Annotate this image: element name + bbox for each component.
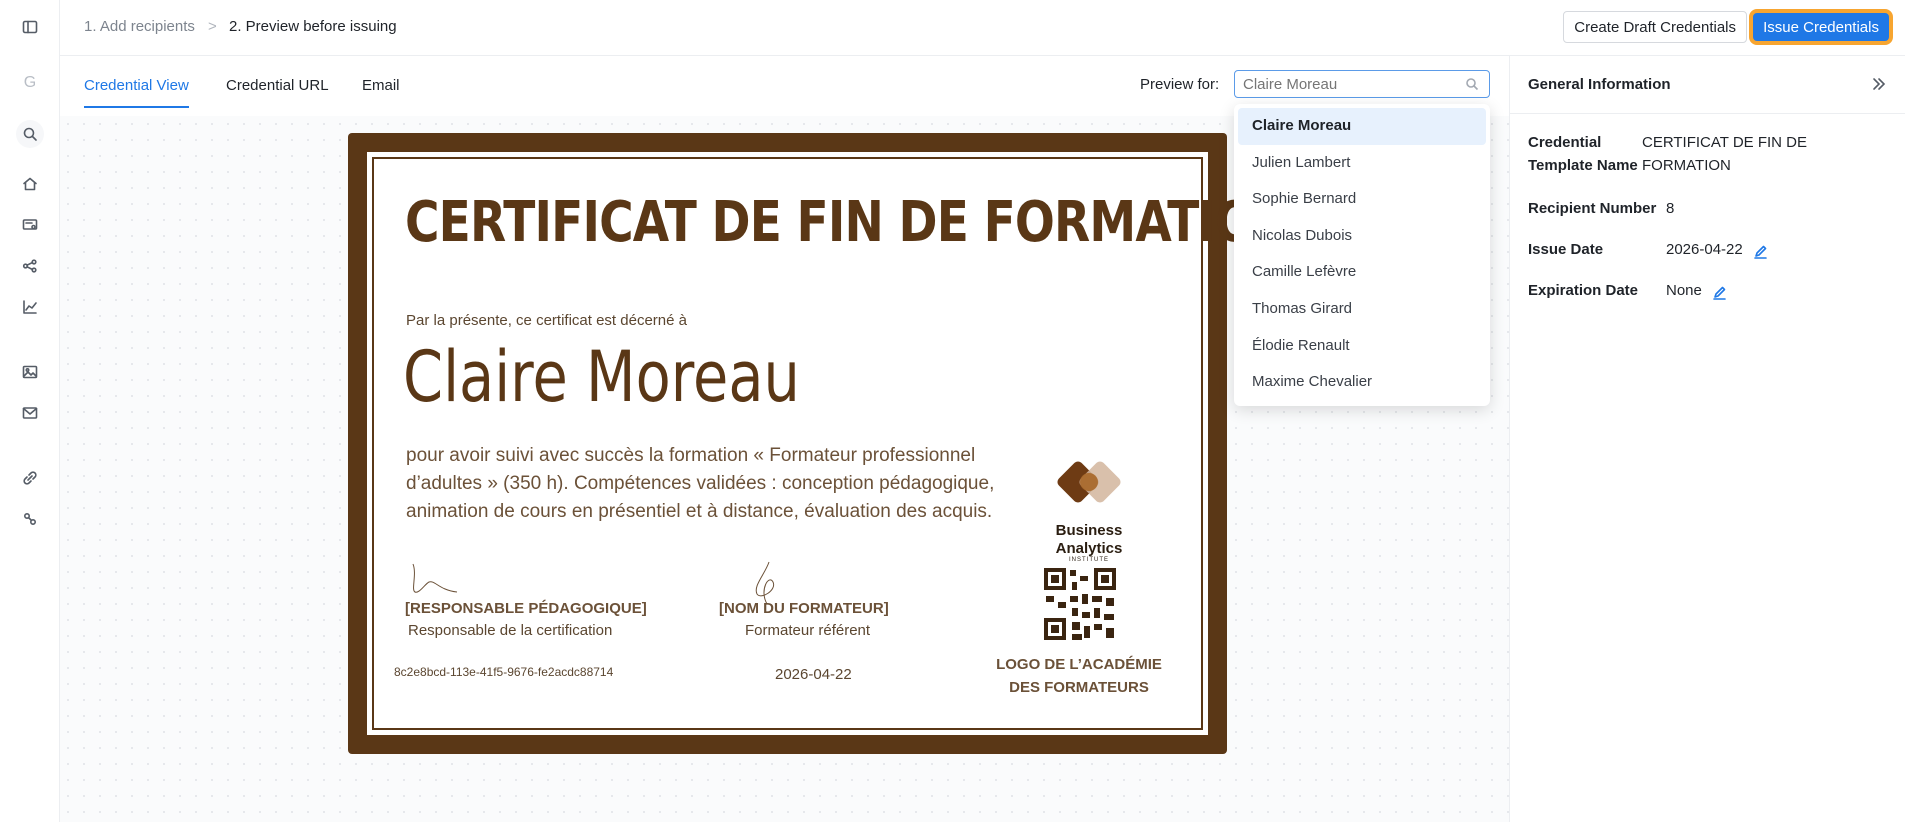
recipient-number-label: Recipient Number — [1528, 200, 1657, 217]
credentials-icon[interactable] — [16, 211, 44, 239]
recipient-dropdown: Claire Moreau Julien Lambert Sophie Bern… — [1234, 104, 1490, 406]
tab-credential-url[interactable]: Credential URL — [226, 77, 329, 106]
panel-title: General Information — [1528, 76, 1671, 93]
certificate-date: 2026-04-22 — [775, 666, 852, 683]
panel-header: General Information — [1510, 56, 1905, 114]
certificate: CERTIFICAT DE FIN DE FORMATION Par la pr… — [348, 133, 1294, 754]
expiration-date-label: Expiration Date — [1528, 282, 1639, 299]
certificate-frame: CERTIFICAT DE FIN DE FORMATION Par la pr… — [364, 149, 1294, 738]
settings-icon[interactable] — [16, 505, 44, 533]
issue-date-field: 2026-04-22 — [1666, 238, 1768, 261]
general-info-panel: General Information Credential Template … — [1509, 56, 1905, 822]
search-icon — [1465, 77, 1479, 91]
academy-logo-line-1: LOGO DE L’ACADÉMIE — [996, 656, 1162, 673]
recipient-number-value: 8 — [1666, 200, 1675, 217]
dropdown-option[interactable]: Élodie Renault — [1238, 328, 1486, 365]
expiration-date-field: None — [1666, 279, 1727, 302]
dropdown-option[interactable]: Claire Moreau — [1238, 108, 1486, 145]
top-bar: 1. Add recipients > 2. Preview before is… — [60, 0, 1905, 56]
logo-name-1: Business — [1055, 522, 1123, 539]
edit-issue-date-icon[interactable] — [1753, 243, 1768, 259]
recipient-name: Claire Moreau — [403, 336, 800, 418]
diamond-logo-icon — [1057, 461, 1121, 503]
certificate-intro: Par la présente, ce certificat est décer… — [406, 312, 687, 329]
preview-recipient-search[interactable] — [1234, 70, 1490, 98]
collapse-panel-icon[interactable] — [1871, 76, 1887, 92]
workflow-icon[interactable] — [16, 252, 44, 280]
search-icon[interactable] — [16, 120, 44, 148]
dropdown-option[interactable]: Maxime Chevalier — [1238, 364, 1486, 401]
tab-email[interactable]: Email — [362, 77, 400, 106]
dropdown-option[interactable]: Julien Lambert — [1238, 145, 1486, 182]
home-icon[interactable] — [16, 170, 44, 198]
integrations-icon[interactable] — [16, 464, 44, 492]
issue-date-label: Issue Date — [1528, 241, 1604, 258]
step-add-recipients[interactable]: 1. Add recipients — [84, 18, 195, 35]
dropdown-option[interactable]: Sophie Bernard — [1238, 181, 1486, 218]
step-preview: 2. Preview before issuing — [229, 18, 397, 35]
issue-date-value: 2026-04-22 — [1666, 241, 1743, 258]
signatory-2-title: Formateur référent — [745, 622, 871, 639]
academy-logo-line-2: DES FORMATEURS — [1009, 679, 1149, 696]
expiration-date-value: None — [1666, 282, 1702, 299]
business-analytics-logo: Business Analytics INSTITUTE — [1039, 460, 1139, 563]
preview-for-label: Preview for: — [1140, 76, 1220, 93]
issue-credentials-button[interactable]: Issue Credentials — [1749, 9, 1893, 45]
signatory-1-title: Responsable de la certification — [408, 622, 613, 639]
mail-icon[interactable] — [16, 399, 44, 427]
chevron-right-icon: > — [208, 18, 217, 35]
logo-name-2: Analytics — [1055, 540, 1123, 557]
org-avatar[interactable]: G — [16, 74, 44, 92]
certificate-title: CERTIFICAT DE FIN DE FORMATION — [405, 190, 1294, 255]
analytics-icon[interactable] — [16, 293, 44, 321]
create-draft-button[interactable]: Create Draft Credentials — [1563, 11, 1747, 43]
qr-code-icon — [1044, 568, 1116, 640]
template-name-value: CERTIFICAT DE FIN DE FORMATION — [1642, 134, 1808, 174]
tab-credential-view[interactable]: Credential View — [84, 77, 189, 108]
sidebar-toggle-icon[interactable] — [16, 13, 44, 41]
logo-sub: INSTITUTE — [1069, 557, 1109, 563]
template-name-label: Credential Template Name — [1528, 134, 1638, 174]
dropdown-option[interactable]: Thomas Girard — [1238, 291, 1486, 328]
edit-expiration-date-icon[interactable] — [1712, 284, 1727, 300]
signature-1 — [412, 563, 458, 593]
dropdown-option[interactable]: Nicolas Dubois — [1238, 218, 1486, 255]
left-rail: G — [0, 0, 60, 822]
signatory-2-role: [NOM DU FORMATEUR] — [719, 600, 889, 617]
dropdown-option[interactable]: Camille Lefèvre — [1238, 254, 1486, 291]
academy-logo-placeholder: LOGO DE L’ACADÉMIE DES FORMATEURS — [979, 653, 1179, 699]
image-icon[interactable] — [16, 358, 44, 386]
signatory-1-role: [RESPONSABLE PÉDAGOGIQUE] — [405, 600, 647, 617]
credential-id: 8c2e8bcd-113e-41f5-9676-fe2acdc88714 — [394, 665, 614, 679]
certificate-body: pour avoir suivi avec succès la formatio… — [406, 445, 995, 522]
